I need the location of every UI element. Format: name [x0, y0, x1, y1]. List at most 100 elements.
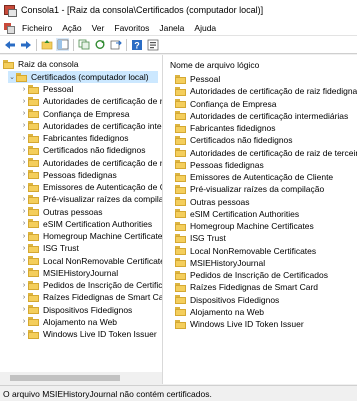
tree-item[interactable]: › Autoridades de certificação de ra	[20, 95, 163, 107]
list-item[interactable]: Autoridades de certificação intermediári…	[175, 110, 348, 122]
list-item[interactable]: Autoridades de certificação de raiz fide…	[175, 85, 357, 97]
list-item[interactable]: Certificados não fidedignos	[175, 134, 293, 146]
horizontal-scrollbar[interactable]	[0, 372, 162, 384]
tree-item[interactable]: › Local NonRemovable Certificate	[20, 255, 162, 267]
folder-icon	[175, 209, 186, 219]
chevron-right-icon[interactable]: ›	[20, 245, 28, 252]
list-item[interactable]: Windows Live ID Token Issuer	[175, 318, 304, 330]
chevron-right-icon[interactable]: ›	[20, 86, 28, 93]
properties-icon[interactable]	[146, 38, 159, 51]
list-item-label: Emissores de Autenticação de Cliente	[190, 172, 334, 182]
list-item[interactable]: ISG Trust	[175, 232, 226, 244]
chevron-right-icon[interactable]: ›	[20, 318, 28, 325]
tree-item[interactable]: › Raízes Fidedignas de Smart Card	[20, 291, 162, 303]
tree-item[interactable]: › eSIM Certification Authorities	[20, 218, 152, 230]
tree-item-label: Confiança de Empresa	[43, 108, 130, 119]
list-item-label: Alojamento na Web	[190, 306, 265, 317]
menu-acao[interactable]: Ação	[57, 23, 86, 33]
tree-root-item[interactable]: Raiz da consola	[3, 58, 78, 70]
chevron-down-icon[interactable]: ⌄	[8, 73, 16, 81]
chevron-right-icon[interactable]: ›	[20, 147, 28, 154]
help-icon[interactable]: ?	[130, 38, 143, 51]
copy-icon[interactable]	[77, 38, 90, 51]
tree-item[interactable]: › Pessoal	[20, 83, 73, 95]
tree-item[interactable]: › Certificados não fidedignos	[20, 144, 146, 156]
tree-item[interactable]: › MSIEHistoryJournal	[20, 267, 118, 279]
up-folder-icon[interactable]	[40, 38, 53, 51]
list-item[interactable]: Fabricantes fidedignos	[175, 122, 276, 134]
tree-item[interactable]: › Pré-visualizar raízes da compilaç	[20, 193, 163, 205]
list-item[interactable]: Emissores de Autenticação de Cliente	[175, 171, 333, 183]
tree-item[interactable]: › Homegroup Machine Certificate	[20, 230, 162, 242]
chevron-right-icon[interactable]: ›	[20, 294, 28, 301]
list-item[interactable]: Pessoal	[175, 73, 220, 85]
tree-item-label: Autoridades de certificação de ra	[43, 96, 163, 107]
export-icon[interactable]	[109, 38, 122, 51]
list-item[interactable]: Pessoas fidedignas	[175, 159, 264, 171]
tree-item-certificados[interactable]: ⌄ Certificados (computador local)	[8, 71, 158, 83]
tree-item[interactable]: › Pessoas fidedignas	[20, 169, 117, 181]
back-arrow-icon[interactable]	[3, 38, 16, 51]
show-tree-icon[interactable]	[56, 38, 69, 51]
tree-item[interactable]: › Pedidos de Inscrição de Certifica	[20, 279, 162, 291]
chevron-right-icon[interactable]: ›	[20, 196, 28, 203]
chevron-right-icon[interactable]: ›	[20, 257, 28, 264]
toolbar: ?	[0, 36, 357, 54]
list-item[interactable]: Pedidos de Inscrição de Certificados	[175, 269, 328, 281]
list-item[interactable]: Homegroup Machine Certificates	[175, 220, 314, 232]
chevron-right-icon[interactable]: ›	[20, 220, 28, 227]
list-item[interactable]: Raízes Fidedignas de Smart Card	[175, 281, 318, 293]
chevron-right-icon[interactable]: ›	[20, 269, 28, 276]
list-item[interactable]: Alojamento na Web	[175, 306, 264, 318]
chevron-right-icon[interactable]: ›	[20, 184, 28, 191]
tree-item[interactable]: › Autoridades de certificação interr	[20, 120, 162, 132]
folder-icon	[175, 160, 186, 170]
folder-icon	[175, 184, 186, 194]
chevron-right-icon[interactable]: ›	[20, 159, 28, 166]
folder-icon	[28, 231, 39, 241]
console-menu-icon[interactable]	[4, 22, 15, 34]
console-tree: Raiz da consola ⌄ Certificados (computad…	[0, 55, 163, 384]
tree-item[interactable]: › Emissores de Autenticação de Cli	[20, 181, 162, 193]
list-item[interactable]: Confiança de Empresa	[175, 98, 276, 110]
chevron-right-icon[interactable]: ›	[20, 282, 28, 289]
tree-item[interactable]: › ISG Trust	[20, 242, 79, 254]
list-item[interactable]: Local NonRemovable Certificates	[175, 245, 316, 257]
chevron-right-icon[interactable]: ›	[20, 98, 28, 105]
chevron-right-icon[interactable]: ›	[20, 331, 28, 338]
list-item[interactable]: MSIEHistoryJournal	[175, 257, 265, 269]
chevron-right-icon[interactable]: ›	[20, 110, 28, 117]
chevron-right-icon[interactable]: ›	[20, 135, 28, 142]
refresh-icon[interactable]	[93, 38, 106, 51]
list-item-label: Outras pessoas	[190, 196, 250, 207]
list-item[interactable]: Outras pessoas	[175, 196, 250, 208]
list-item[interactable]: Pré-visualizar raízes da compilação	[175, 183, 324, 195]
chevron-right-icon[interactable]: ›	[20, 233, 28, 240]
menu-ficheiro[interactable]: Ficheiro	[17, 23, 57, 33]
menu-janela[interactable]: Janela	[154, 23, 189, 33]
folder-icon	[175, 197, 186, 206]
scrollbar-thumb[interactable]	[10, 375, 120, 381]
chevron-right-icon[interactable]: ›	[20, 306, 28, 313]
chevron-right-icon[interactable]: ›	[20, 171, 28, 178]
tree-item[interactable]: › Windows Live ID Token Issuer	[20, 328, 157, 340]
chevron-right-icon[interactable]: ›	[20, 208, 28, 215]
tree-item[interactable]: › Fabricantes fidedignos	[20, 132, 129, 144]
tree-item[interactable]: › Confiança de Empresa	[20, 108, 130, 120]
tree-item-label: Pré-visualizar raízes da compilaç	[43, 194, 163, 205]
tree-item[interactable]: › Autoridades de certificação de ra	[20, 157, 162, 169]
tree-item[interactable]: › Outras pessoas	[20, 206, 103, 218]
tree-item[interactable]: › Dispositivos Fidedignos	[20, 304, 132, 316]
folder-icon	[28, 84, 39, 94]
column-header-nome[interactable]: Nome de arquivo lógico	[170, 60, 259, 70]
tree-item[interactable]: › Alojamento na Web	[20, 316, 117, 328]
menu-ajuda[interactable]: Ajuda	[189, 23, 221, 33]
menu-ver[interactable]: Ver	[87, 23, 110, 33]
folder-icon	[175, 307, 186, 317]
list-item[interactable]: Dispositivos Fidedignos	[175, 294, 279, 306]
menu-favoritos[interactable]: Favoritos	[109, 23, 154, 33]
forward-arrow-icon[interactable]	[19, 38, 32, 51]
list-item[interactable]: eSIM Certification Authorities	[175, 208, 299, 220]
chevron-right-icon[interactable]: ›	[20, 122, 28, 129]
list-item[interactable]: Autoridades de certificação de raiz de t…	[175, 147, 357, 159]
